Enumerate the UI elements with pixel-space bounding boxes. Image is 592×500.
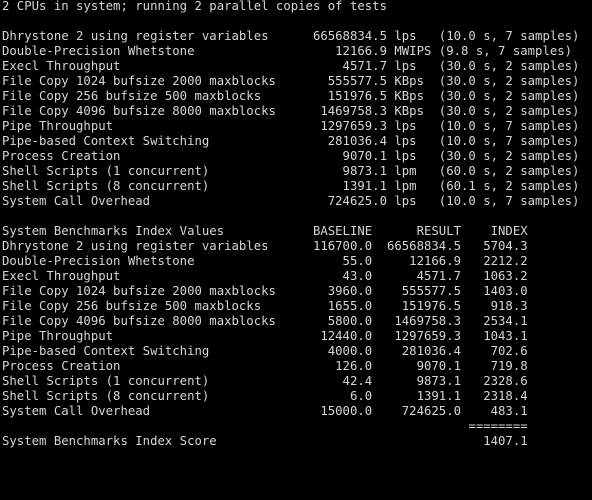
index-row-4: File Copy 256 bufsize 500 maxblocks 1655…	[2, 299, 528, 313]
benchmark-row-3: File Copy 1024 bufsize 2000 maxblocks 55…	[2, 74, 580, 88]
index-row-6: Pipe Throughput 12440.0 1297659.3 1043.1	[2, 329, 528, 343]
index-row-5: File Copy 4096 bufsize 8000 maxblocks 58…	[2, 314, 528, 328]
index-score-line: System Benchmarks Index Score 1407.1	[2, 434, 528, 448]
index-row-11: System Call Overhead 15000.0 724625.0 48…	[2, 404, 528, 418]
benchmark-row-11: System Call Overhead 724625.0 lps (10.0 …	[2, 194, 580, 208]
index-values-header: System Benchmarks Index Values BASELINE …	[2, 224, 528, 238]
cpu-info-line: 2 CPUs in system; running 2 parallel cop…	[2, 0, 387, 13]
benchmark-row-5: File Copy 4096 bufsize 8000 maxblocks 14…	[2, 104, 580, 118]
benchmark-row-2: Execl Throughput 4571.7 lps (30.0 s, 2 s…	[2, 59, 580, 73]
index-row-10: Shell Scripts (8 concurrent) 6.0 1391.1 …	[2, 389, 528, 403]
benchmark-row-9: Shell Scripts (1 concurrent) 9873.1 lpm …	[2, 164, 580, 178]
index-row-8: Process Creation 126.0 9070.1 719.8	[2, 359, 528, 373]
index-separator: ========	[2, 419, 528, 433]
benchmark-row-4: File Copy 256 bufsize 500 maxblocks 1519…	[2, 89, 580, 103]
terminal-screen-text: 2 CPUs in system; running 2 parallel cop…	[2, 0, 579, 449]
benchmark-row-7: Pipe-based Context Switching 281036.4 lp…	[2, 134, 580, 148]
index-row-7: Pipe-based Context Switching 4000.0 2810…	[2, 344, 528, 358]
benchmark-row-8: Process Creation 9070.1 lps (30.0 s, 2 s…	[2, 149, 580, 163]
index-row-0: Dhrystone 2 using register variables 116…	[2, 239, 528, 253]
index-row-9: Shell Scripts (1 concurrent) 42.4 9873.1…	[2, 374, 528, 388]
terminal-window[interactable]: 2 CPUs in system; running 2 parallel cop…	[0, 0, 592, 500]
index-row-3: File Copy 1024 bufsize 2000 maxblocks 39…	[2, 284, 528, 298]
benchmark-row-1: Double-Precision Whetstone 12166.9 MWIPS…	[2, 44, 573, 58]
benchmark-row-0: Dhrystone 2 using register variables 665…	[2, 29, 580, 43]
benchmark-row-6: Pipe Throughput 1297659.3 lps (10.0 s, 7…	[2, 119, 580, 133]
index-row-1: Double-Precision Whetstone 55.0 12166.9 …	[2, 254, 528, 268]
index-row-2: Execl Throughput 43.0 4571.7 1063.2	[2, 269, 528, 283]
benchmark-row-10: Shell Scripts (8 concurrent) 1391.1 lpm …	[2, 179, 580, 193]
